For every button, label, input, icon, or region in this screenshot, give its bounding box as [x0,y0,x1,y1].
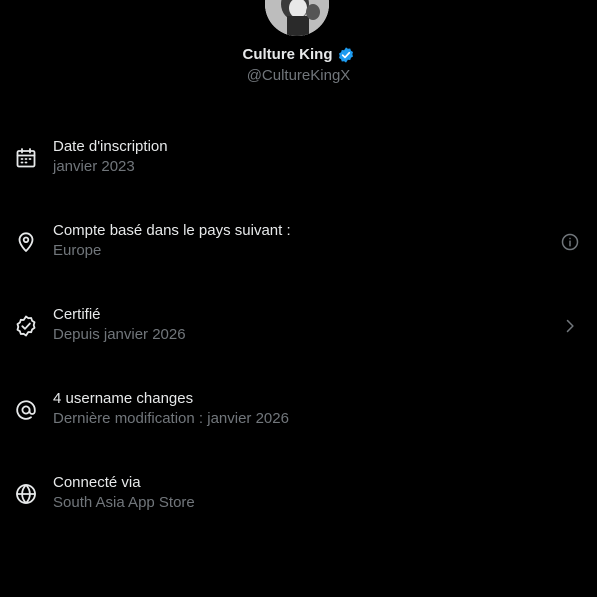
info-row-connected-via: Connecté via South Asia App Store [0,452,597,536]
info-row-verified[interactable]: Certifié Depuis janvier 2026 [0,284,597,368]
info-icon[interactable] [560,232,580,252]
account-location-value: Europe [53,242,102,259]
name-row: Culture King [0,44,597,66]
profile-handle: @CultureKingX [246,67,351,84]
connected-via-label: Connecté via [53,474,141,491]
chevron-right-icon[interactable] [560,316,580,336]
info-row-joined-date: Date d'inscription janvier 2023 [0,116,597,200]
location-pin-icon [18,232,34,252]
verified-label: Certifié [53,306,101,323]
verified-since-value: Depuis janvier 2026 [53,326,186,343]
info-row-username-changes: 4 username changes Dernière modification… [0,368,597,452]
verified-badge-icon[interactable] [337,46,355,64]
account-info-list: Date d'inscription janvier 2023 Compte b… [0,116,597,536]
verified-check-icon [16,315,36,337]
calendar-icon [16,148,36,168]
globe-icon [16,484,36,504]
joined-date-value: janvier 2023 [53,158,135,175]
username-changes-label: 4 username changes [53,390,194,407]
avatar[interactable] [265,0,329,36]
last-modification-value: Dernière modification : janvier 2026 [53,410,289,427]
connected-via-value: South Asia App Store [53,494,195,511]
at-sign-icon [16,400,36,420]
account-location-label: Compte basé dans le pays suivant : [53,222,291,239]
profile-header: Culture King @CultureKingX [0,0,597,100]
joined-date-label: Date d'inscription [53,138,168,155]
display-name: Culture King [242,46,333,63]
info-row-account-location: Compte basé dans le pays suivant : Europ… [0,200,597,284]
